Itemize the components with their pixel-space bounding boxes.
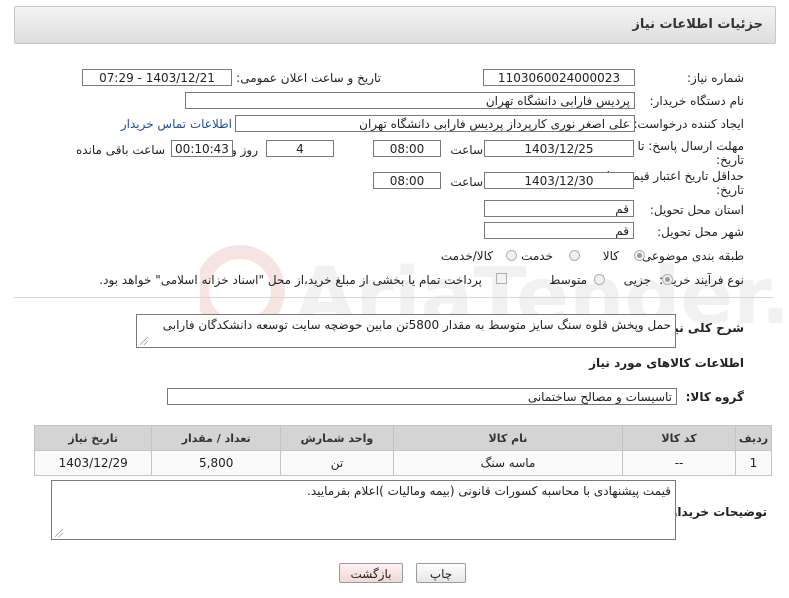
announce-date-field[interactable]: 1403/12/21 - 07:29 bbox=[82, 69, 232, 86]
city-field[interactable]: قم bbox=[484, 222, 634, 239]
print-button[interactable]: چاپ bbox=[416, 563, 466, 583]
cell-quantity: 5,800 bbox=[151, 450, 281, 476]
category-radio-service[interactable] bbox=[569, 250, 580, 261]
validity-label-2: تاریخ: bbox=[716, 183, 744, 197]
deadline-label-2: تاریخ: bbox=[716, 153, 744, 167]
purchase-option-medium: متوسط bbox=[549, 273, 587, 287]
remaining-label: ساعت باقی مانده bbox=[75, 143, 165, 157]
treasury-payment-checkbox[interactable] bbox=[496, 273, 507, 284]
purchase-radio-medium[interactable] bbox=[594, 274, 605, 285]
province-label: استان محل تحویل: bbox=[649, 203, 744, 217]
col-header-row-number: ردیف bbox=[734, 425, 773, 451]
treasury-payment-note: پرداخت تمام یا بخشی از مبلغ خرید،از محل … bbox=[99, 273, 482, 287]
city-label: شهر محل تحویل: bbox=[657, 225, 744, 239]
col-header-goods-code: کد کالا bbox=[622, 425, 736, 451]
validity-time-field[interactable]: 08:00 bbox=[373, 172, 441, 189]
buyer-notes-text: قیمت پیشنهادی با محاسبه کسورات قانونی (ب… bbox=[307, 484, 671, 498]
category-label: طبقه بندی موضوعی: bbox=[637, 249, 744, 263]
goods-table: ردیف کد کالا نام کالا واحد شمارش تعداد /… bbox=[33, 425, 773, 476]
back-button[interactable]: بازگشت bbox=[339, 563, 403, 583]
col-header-unit: واحد شمارش bbox=[279, 425, 394, 451]
cell-row-number: 1 bbox=[734, 450, 773, 476]
province-field[interactable]: قم bbox=[484, 200, 634, 217]
deadline-date-field[interactable]: 1403/12/25 bbox=[484, 140, 634, 157]
cell-need-date: 1403/12/29 bbox=[33, 450, 153, 476]
validity-date-field[interactable]: 1403/12/30 bbox=[484, 172, 634, 189]
category-option-goods-service: کالا/خدمت bbox=[440, 249, 493, 263]
announce-date-label: تاریخ و ساعت اعلان عمومی: bbox=[236, 71, 381, 85]
divider bbox=[14, 297, 774, 298]
requester-label: ایجاد کننده درخواست: bbox=[633, 117, 744, 131]
deadline-time-label: ساعت bbox=[450, 143, 483, 157]
goods-group-field[interactable]: تاسیسات و مصالح ساختمانی bbox=[167, 388, 677, 405]
description-textarea[interactable]: حمل وپخش قلوه سنگ سایز متوسط به مقدار 58… bbox=[136, 314, 676, 348]
category-option-service: خدمت bbox=[521, 249, 553, 263]
buyer-org-field[interactable]: پردیس فارابی دانشگاه تهران bbox=[185, 92, 635, 109]
need-number-label: شماره نیاز: bbox=[687, 71, 744, 85]
requester-field[interactable]: علی اصغر نوری کارپرداز پردیس فارابی دانش… bbox=[235, 115, 635, 132]
cell-goods-name: ماسه سنگ bbox=[392, 450, 624, 476]
remaining-time-field[interactable]: 00:10:43 bbox=[171, 140, 233, 157]
description-text: حمل وپخش قلوه سنگ سایز متوسط به مقدار 58… bbox=[162, 318, 671, 332]
days-label: روز و bbox=[231, 143, 258, 157]
col-header-goods-name: نام کالا bbox=[392, 425, 624, 451]
purchase-option-minor: جزیی bbox=[623, 273, 651, 287]
category-option-goods: کالا bbox=[602, 249, 619, 263]
col-header-need-date: تاریخ نیاز bbox=[33, 425, 153, 451]
goods-section-title: اطلاعات کالاهای مورد نیاز bbox=[589, 356, 744, 370]
deadline-label: مهلت ارسال پاسخ: تا bbox=[637, 139, 744, 153]
resize-grip-icon[interactable] bbox=[140, 337, 148, 345]
validity-time-label: ساعت bbox=[450, 175, 483, 189]
page-title: جزئیات اطلاعات نیاز bbox=[632, 17, 763, 32]
table-row[interactable]: 1 -- ماسه سنگ تن 5,800 1403/12/29 bbox=[33, 450, 773, 476]
category-radio-goods-service[interactable] bbox=[506, 250, 517, 261]
category-radio-goods[interactable] bbox=[634, 250, 645, 261]
header-panel: جزئیات اطلاعات نیاز bbox=[14, 6, 776, 44]
remaining-days-field[interactable]: 4 bbox=[266, 140, 334, 157]
table-header-row: ردیف کد کالا نام کالا واحد شمارش تعداد /… bbox=[33, 425, 773, 451]
need-number-field[interactable]: 1103060024000023 bbox=[483, 69, 635, 86]
goods-group-label: گروه کالا: bbox=[685, 390, 744, 404]
col-header-quantity: تعداد / مقدار bbox=[151, 425, 281, 451]
resize-grip-icon[interactable] bbox=[55, 529, 63, 537]
buyer-notes-label: توضیحات خریدار: bbox=[665, 505, 767, 519]
deadline-time-field[interactable]: 08:00 bbox=[373, 140, 441, 157]
cell-unit: تن bbox=[279, 450, 394, 476]
buyer-org-label: نام دستگاه خریدار: bbox=[649, 94, 745, 108]
buyer-notes-textarea[interactable]: قیمت پیشنهادی با محاسبه کسورات قانونی (ب… bbox=[51, 480, 676, 540]
buyer-contact-link[interactable]: اطلاعات تماس خریدار bbox=[121, 117, 232, 131]
cell-goods-code: -- bbox=[622, 450, 736, 476]
purchase-radio-minor[interactable] bbox=[662, 274, 673, 285]
